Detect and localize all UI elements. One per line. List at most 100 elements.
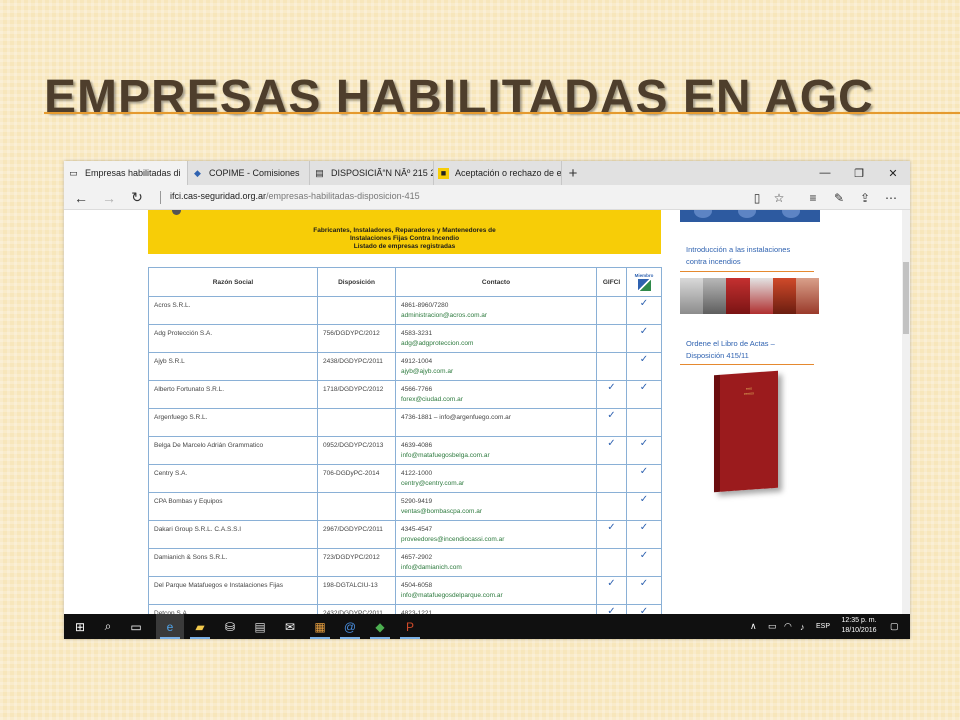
outlook-icon[interactable]: @ (336, 614, 364, 639)
cell-razon: CPA Bombas y Equipos (148, 492, 318, 521)
table-row: Argenfuego S.R.L. 4736-1881 – info@argen… (148, 408, 662, 437)
table-header-row: Razón Social Disposición Contacto GIFCI … (148, 267, 662, 297)
tab-copime[interactable]: ◆ COPIME - Comisiones (188, 161, 310, 185)
cell-email[interactable]: ajyb@ajyb.com.ar (401, 368, 594, 375)
cell-gifci: ✓ (596, 520, 627, 549)
language-indicator[interactable]: ESP (816, 614, 830, 639)
sidebar-image-strip[interactable] (680, 210, 820, 222)
tab-aceptacion[interactable]: ■ Aceptación o rechazo de en (434, 161, 562, 185)
table-row: Centry S.A. 706-DGDyPC-2014 4122-1000 cen… (148, 464, 662, 493)
sidebar-link-line: contra incendios (686, 257, 741, 266)
cell-email[interactable]: ventas@bombascpa.com.ar (401, 508, 594, 515)
cell-disp: 1718/DGDYPC/2012 (317, 380, 396, 409)
cell-gifci: ✓ (596, 436, 627, 465)
cell-phone: 4657-2902 (401, 554, 433, 561)
table-row: Adg Protección S.A. 756/DGDYPC/2012 4583… (148, 324, 662, 353)
reading-view-icon[interactable]: ▯ (746, 185, 768, 210)
tab-empresas[interactable]: ▭ Empresas habilitadas di ✕ (64, 161, 188, 185)
favorite-star-icon[interactable]: ☆ (768, 185, 790, 210)
office-app-icon[interactable]: ▦ (306, 614, 334, 639)
cell-contacto: 4861-8960/7280 administracion@acros.com.a… (395, 296, 597, 325)
clock[interactable]: 12:35 p. m. 18/10/2016 (836, 616, 882, 636)
refresh-button[interactable]: ↻ (122, 185, 152, 210)
new-tab-button[interactable]: + (562, 161, 584, 185)
wifi-icon[interactable]: ◠ (784, 614, 792, 639)
strip-item (738, 210, 756, 218)
cell-email[interactable]: info@damianich.com (401, 564, 594, 571)
banner-logo (172, 210, 181, 215)
cell-email[interactable]: centry@centry.com.ar (401, 480, 594, 487)
cell-gifci: ✓ (596, 604, 627, 614)
forward-button[interactable]: → (94, 185, 124, 210)
minimize-button[interactable]: — (808, 161, 842, 185)
hub-icon[interactable]: ≡ (802, 185, 824, 210)
windows-start-icon[interactable]: ⊞ (66, 614, 94, 639)
cell-disp: 2967/DGDYPC/2011 (317, 520, 396, 549)
table-row: Del Parque Matafuegos e Instalaciones Fi… (148, 576, 662, 605)
evernote-icon[interactable]: ◆ (366, 614, 394, 639)
store-icon[interactable]: ⛁ (216, 614, 244, 639)
web-note-icon[interactable]: ✎ (828, 185, 850, 210)
header-banner: Fabricantes, Instaladores, Reparadores y… (148, 210, 661, 254)
book-cover-image[interactable]: ≡≡≡ ≡≡≡≡≡ (714, 370, 778, 493)
cell-miembro: ✓ (626, 352, 662, 381)
cas-logo-icon (637, 279, 651, 291)
file-explorer-icon[interactable]: ▰ (186, 614, 214, 639)
sidebar-divider (680, 364, 814, 365)
header-miembro: Miembro (626, 267, 662, 297)
cell-razon: Acros S.R.L. (148, 296, 318, 325)
close-window-button[interactable]: ✕ (876, 161, 910, 185)
cell-email[interactable]: forex@ciudad.com.ar (401, 396, 594, 403)
search-icon[interactable]: ⌕ (94, 614, 122, 639)
cell-email[interactable]: info@matafuegosdelparque.com.ar (401, 592, 594, 599)
edge-browser-icon[interactable]: e (156, 614, 184, 639)
powerpoint-icon[interactable]: P (396, 614, 424, 639)
battery-icon[interactable]: ▭ (768, 614, 777, 639)
cell-contacto: 4583-3231 adg@adgproteccion.com (395, 324, 597, 353)
fire-equipment-thumbnails[interactable] (680, 278, 820, 314)
sidebar-divider (680, 271, 814, 272)
volume-icon[interactable]: ♪ (800, 614, 805, 639)
cell-disp (317, 296, 396, 325)
sidebar-link-libro-actas[interactable]: Ordene el Libro de Actas – Disposición 4… (686, 338, 775, 362)
cell-razon: Dakari Group S.R.L. C.A.S.S.I (148, 520, 318, 549)
cell-phone: 4912-1004 (401, 358, 433, 365)
cell-phone: 4736-1881 – info@argenfuego.com.ar (401, 414, 511, 421)
task-view-icon[interactable]: ▭ (122, 614, 150, 639)
tab-disposicion[interactable]: ▤ DISPOSICIÃ“N NÂº 215 201 (310, 161, 434, 185)
cell-contacto: 4912-1004 ajyb@ajyb.com.ar (395, 352, 597, 381)
mail-icon[interactable]: ✉ (276, 614, 304, 639)
url-field[interactable]: ifci.cas-seguridad.org.ar/empresas-habil… (170, 191, 420, 201)
copime-icon: ◆ (194, 167, 201, 178)
back-button[interactable]: ← (66, 185, 96, 210)
sidebar-link-line: Disposición 415/11 (686, 351, 749, 360)
cell-phone: 4583-3231 (401, 330, 433, 337)
photos-icon[interactable]: ▤ (246, 614, 274, 639)
table-row: Detcon S.A. 2432/DGDYPC/2011 4823-1221 ✓… (148, 604, 662, 614)
cell-email[interactable]: administracion@acros.com.ar (401, 312, 594, 319)
share-icon[interactable]: ⇪ (854, 185, 876, 210)
restore-button[interactable]: ❐ (842, 161, 876, 185)
active-indicator (370, 637, 390, 639)
action-center-icon[interactable]: ▢ (890, 614, 899, 639)
browser-window: ▭ Empresas habilitadas di ✕ ◆ COPIME - C… (64, 161, 910, 639)
cell-email[interactable]: info@matafuegosbelga.com.ar (401, 452, 594, 459)
vertical-scrollbar[interactable] (902, 210, 910, 614)
scrollbar-thumb[interactable] (903, 262, 909, 334)
cell-phone: 4504-6058 (401, 582, 433, 589)
tab-label: Aceptación o rechazo de en (455, 168, 562, 178)
windows-taskbar: ⊞ ⌕ ▭ e ▰ ⛁ ▤ ✉ ▦ @ ◆ P ∧ ▭ ◠ ♪ ESP 12:3… (64, 614, 910, 639)
show-hidden-icons[interactable]: ∧ (750, 614, 757, 639)
cell-email[interactable]: proveedores@incendiocassi.com.ar (401, 536, 594, 543)
cell-email[interactable]: adg@adgproteccion.com (401, 340, 594, 347)
cell-phone: 4861-8960/7280 (401, 302, 449, 309)
cell-miembro (626, 408, 662, 437)
agc-icon: ■ (438, 167, 449, 179)
cell-contacto: 4122-1000 centry@centry.com.ar (395, 464, 597, 493)
cell-phone: 5290-9419 (401, 498, 433, 505)
sidebar-link-introduccion[interactable]: Introducción a las instalaciones contra … (686, 244, 790, 268)
cell-miembro: ✓ (626, 576, 662, 605)
tab-label: COPIME - Comisiones (209, 168, 300, 178)
book-cover-lettering: ≡≡≡ ≡≡≡≡≡ (743, 386, 755, 397)
more-menu-icon[interactable]: ⋯ (880, 185, 902, 210)
